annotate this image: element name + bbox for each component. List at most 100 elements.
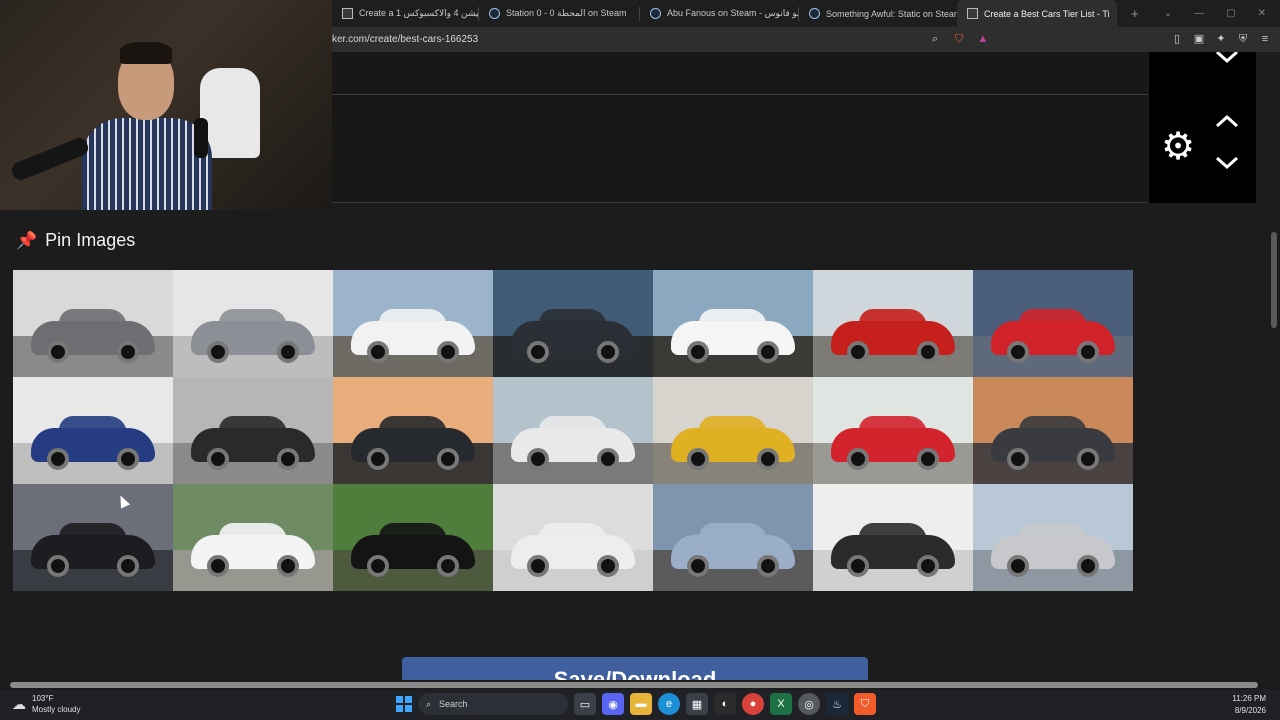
browser-tab[interactable]: Station 0 - 0 المحطة on Steam	[479, 0, 639, 27]
car-image-tile[interactable]	[13, 484, 173, 591]
car-image-tile[interactable]	[653, 377, 813, 484]
car-wheel	[367, 341, 389, 363]
zoom-icon[interactable]: ⌕	[928, 32, 942, 46]
browser-tab[interactable]: Something Awful: Static on Steam	[799, 0, 957, 27]
recording-icon[interactable]: ◎	[798, 693, 820, 715]
row-settings-gear-icon[interactable]: ⚙	[1161, 128, 1195, 166]
tab-list-icon[interactable]: ⌄	[1164, 8, 1172, 19]
car-image-tile[interactable]	[493, 484, 653, 591]
tier-row-drop-area[interactable]	[332, 95, 1148, 203]
car-wheel	[757, 555, 779, 577]
close-window-icon[interactable]: ✕	[1258, 8, 1266, 19]
car-image-tile[interactable]	[173, 270, 333, 377]
car-image-tile[interactable]	[813, 377, 973, 484]
pushpin-icon: 📌	[16, 230, 38, 250]
save-download-button[interactable]: Save/Download	[402, 657, 868, 680]
car-image-tile[interactable]	[333, 377, 493, 484]
car-wheel	[437, 341, 459, 363]
maximize-icon[interactable]: ▢	[1226, 8, 1235, 19]
tab-title: Station 0 - 0 المحطة on Steam	[506, 8, 627, 18]
sidebar-icon[interactable]: ▯	[1170, 32, 1184, 46]
tier-row-drop-area[interactable]	[332, 52, 1148, 95]
tiermaker-icon	[342, 8, 353, 19]
car-image-tile[interactable]	[333, 270, 493, 377]
car-image-tile[interactable]	[333, 484, 493, 591]
steam-icon[interactable]: ♨	[826, 693, 848, 715]
move-row-down-icon[interactable]	[1215, 52, 1239, 64]
brave-icon[interactable]: ⛉	[854, 693, 876, 715]
store-icon[interactable]: ▦	[686, 693, 708, 715]
browser-tab[interactable]: Create a 1 البلايستيشن 4 والاكسبوكس	[332, 0, 478, 27]
car-wheel	[47, 555, 69, 577]
brave-shield-icon[interactable]: ⛉	[952, 32, 966, 46]
toolbar-icons: ▯ ▣ ✦ ⛨ ≡	[1170, 32, 1272, 46]
minimize-icon[interactable]: —	[1194, 8, 1204, 19]
system-clock[interactable]: 11:26 PM 8/9/2026	[1232, 693, 1266, 717]
car-wheel	[847, 448, 869, 470]
car-image-tile[interactable]	[653, 270, 813, 377]
car-image-tile[interactable]	[813, 484, 973, 591]
car-wheel	[527, 555, 549, 577]
window-controls: ⌄ — ▢ ✕	[1164, 0, 1280, 27]
discord-icon[interactable]: ◉	[602, 693, 624, 715]
car-wheel	[917, 341, 939, 363]
car-image-tile[interactable]	[13, 270, 173, 377]
car-image-tile[interactable]	[813, 270, 973, 377]
car-wheel	[597, 341, 619, 363]
file-explorer-icon[interactable]: ▬	[630, 693, 652, 715]
car-wheel	[687, 341, 709, 363]
streamer-shirt	[82, 118, 212, 210]
car-image-tile[interactable]	[653, 484, 813, 591]
move-row-down-icon[interactable]	[1215, 156, 1239, 170]
car-wheel	[207, 341, 229, 363]
browser-tab-active[interactable]: Create a Best Cars Tier List - Ti ✕	[957, 0, 1117, 27]
weather-temp: 103°F	[32, 694, 54, 703]
vertical-scrollbar[interactable]	[1268, 52, 1280, 680]
streamer	[82, 40, 212, 210]
car-image-tile[interactable]	[13, 377, 173, 484]
car-wheel	[277, 555, 299, 577]
car-image-tile[interactable]	[973, 484, 1133, 591]
car-image-tile[interactable]	[173, 377, 333, 484]
microphone	[9, 135, 91, 183]
car-image-tile[interactable]	[973, 377, 1133, 484]
car-wheel	[117, 448, 139, 470]
scrollbar-thumb[interactable]	[1271, 232, 1277, 328]
excel-icon[interactable]: X	[770, 693, 792, 715]
car-wheel	[917, 448, 939, 470]
headset	[194, 118, 208, 158]
brave-rewards-icon[interactable]: ▲	[976, 32, 990, 46]
browser-tab[interactable]: Abu Fanous on Steam - ابو فانوس	[640, 0, 798, 27]
horizontal-scrollbar[interactable]	[0, 680, 1280, 690]
new-tab-button[interactable]: +	[1131, 6, 1139, 21]
task-view-icon[interactable]: ▭	[574, 693, 596, 715]
leo-ai-icon[interactable]: ✦	[1214, 32, 1228, 46]
chrome-icon[interactable]: ●	[742, 693, 764, 715]
tab-title: Create a Best Cars Tier List - Ti	[984, 8, 1110, 19]
car-wheel	[527, 448, 549, 470]
weather-widget[interactable]: ☁ 103°F Mostly cloudy	[12, 693, 80, 715]
car-wheel	[597, 448, 619, 470]
url-bar-icons: ⌕ ⛉ ▲	[928, 32, 990, 46]
obs-icon[interactable]: ◐	[714, 693, 736, 715]
tab-title: Abu Fanous on Steam - ابو فانوس	[667, 8, 798, 18]
weather-desc: Mostly cloudy	[32, 705, 81, 714]
car-image-tile[interactable]	[493, 377, 653, 484]
wallet-icon[interactable]: ▣	[1192, 32, 1206, 46]
car-image-tile[interactable]	[493, 270, 653, 377]
scrollbar-thumb[interactable]	[10, 682, 1258, 688]
move-row-up-icon[interactable]	[1215, 114, 1239, 128]
menu-icon[interactable]: ≡	[1258, 32, 1272, 46]
pin-images-title: Pin Images	[45, 230, 136, 250]
tab-title: Something Awful: Static on Steam	[826, 8, 957, 19]
car-image-tile[interactable]	[973, 270, 1133, 377]
car-wheel	[1007, 448, 1029, 470]
vpn-icon[interactable]: ⛨	[1236, 32, 1250, 46]
tier-row-controls: ⚙	[1149, 52, 1256, 203]
url-field[interactable]: ker.com/create/best-cars-166253	[332, 34, 478, 45]
edge-icon[interactable]: e	[658, 693, 680, 715]
taskbar-search[interactable]: ⌕ Search	[418, 693, 568, 715]
car-image-tile[interactable]	[173, 484, 333, 591]
windows-start-icon[interactable]	[396, 696, 412, 712]
car-wheel	[47, 448, 69, 470]
